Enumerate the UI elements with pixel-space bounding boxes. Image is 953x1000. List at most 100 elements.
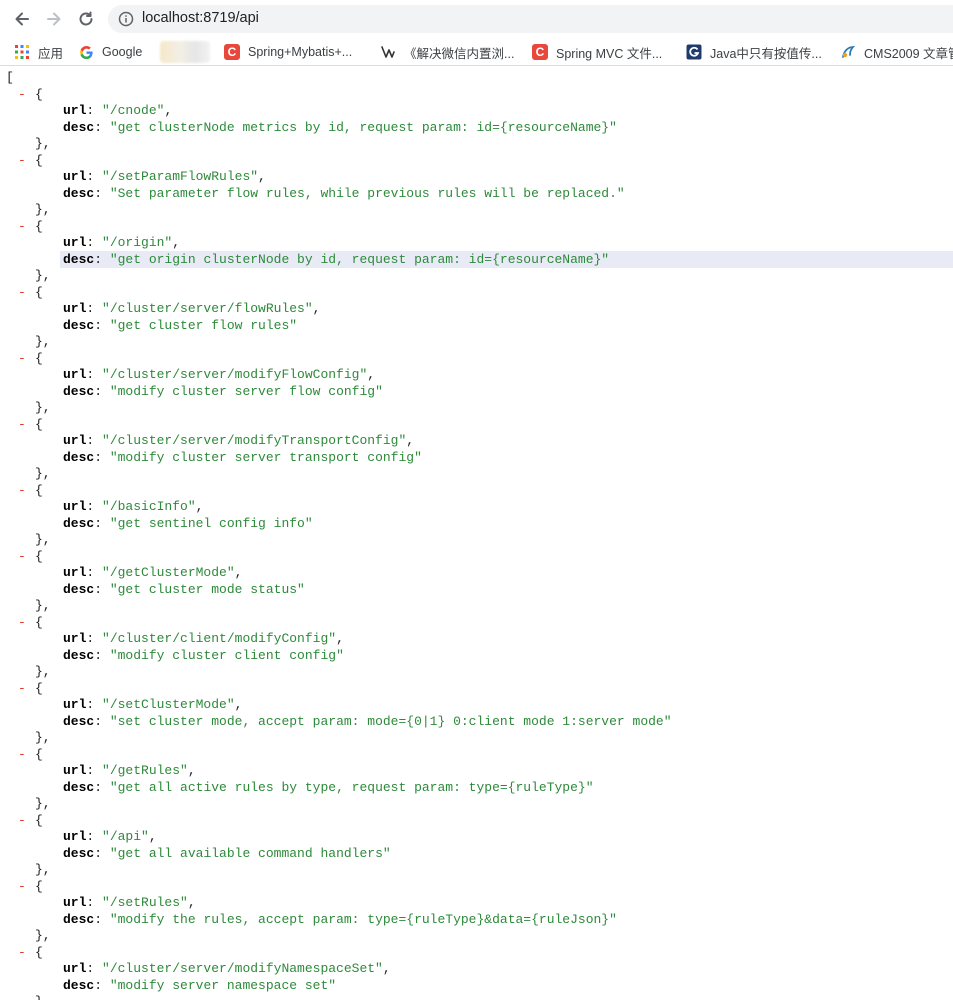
url-value: "/cnode"	[102, 103, 165, 118]
blog-g-icon	[686, 44, 702, 60]
desc-key: desc	[63, 120, 95, 135]
url-entry: url: "/setRules",	[63, 895, 196, 910]
object-close-brace: }	[35, 993, 43, 1000]
address-url-text[interactable]: localhost:8719/api	[142, 10, 259, 26]
collapse-toggle-icon[interactable]: -	[18, 878, 30, 895]
url-value: "/cluster/server/flowRules"	[102, 301, 313, 316]
object-close-brace: },	[35, 796, 51, 811]
desc-key: desc	[63, 714, 95, 729]
desc-value: "Set parameter flow rules, while previou…	[109, 186, 625, 201]
url-value: "/cluster/server/modifyNamespaceSet"	[102, 961, 383, 976]
url-entry: url: "/cluster/server/modifyTransportCon…	[63, 433, 415, 448]
object-close-brace: },	[35, 268, 51, 283]
object-open-brace: {	[35, 681, 43, 696]
bookmark-spring-mybatis[interactable]: C Spring+Mybatis+...	[224, 42, 352, 62]
forward-button[interactable]	[41, 7, 67, 31]
object-open-line: -{	[0, 812, 60, 829]
desc-entry: desc: "get origin clusterNode by id, req…	[63, 252, 610, 267]
url-value: "/cluster/client/modifyConfig"	[102, 631, 337, 646]
cms-icon	[840, 44, 856, 60]
object-open-brace: {	[35, 153, 43, 168]
desc-value: "modify cluster server transport config"	[109, 450, 422, 465]
apps-grid-icon	[14, 44, 30, 60]
object-close-brace: },	[35, 334, 51, 349]
desc-key: desc	[63, 450, 95, 465]
object-open-brace: {	[35, 351, 43, 366]
object-close-brace: },	[35, 532, 51, 547]
url-value: "/basicInfo"	[102, 499, 196, 514]
collapse-toggle-icon[interactable]: -	[18, 482, 30, 499]
url-value: "/api"	[102, 829, 149, 844]
desc-entry: desc: "get cluster flow rules"	[63, 318, 298, 333]
collapse-toggle-icon[interactable]: -	[18, 746, 30, 763]
reload-icon	[79, 11, 93, 26]
weixin-tool-icon	[380, 44, 396, 60]
bookmarks-bar: 应用 Google C Spring+Mybatis+... 《解决微信内置浏.…	[0, 38, 953, 66]
desc-value: "get cluster flow rules"	[109, 318, 298, 333]
url-entry: url: "/origin",	[63, 235, 181, 250]
desc-key: desc	[63, 252, 95, 267]
bookmark-java[interactable]: Java中只有按值传...	[686, 42, 822, 62]
object-open-line: -{	[0, 878, 60, 895]
url-entry: url: "/setParamFlowRules",	[63, 169, 266, 184]
object-open-line: -{	[0, 614, 60, 631]
desc-value: "modify the rules, accept param: type={r…	[109, 912, 617, 927]
desc-key: desc	[63, 780, 95, 795]
collapse-toggle-icon[interactable]: -	[18, 680, 30, 697]
object-open-line: -{	[0, 680, 60, 697]
collapse-toggle-icon[interactable]: -	[18, 416, 30, 433]
collapse-toggle-icon[interactable]: -	[18, 548, 30, 565]
object-open-brace: {	[35, 747, 43, 762]
bookmark-apps[interactable]: 应用	[14, 42, 63, 62]
url-key: url	[63, 829, 87, 844]
desc-entry: desc: "modify server namespace set"	[63, 978, 337, 993]
site-info-icon[interactable]	[118, 11, 134, 27]
object-close-brace: },	[35, 136, 51, 151]
object-open-brace: {	[35, 285, 43, 300]
bookmark-label: Java中只有按值传...	[710, 46, 822, 61]
desc-value: "modify cluster client config"	[109, 648, 344, 663]
collapse-toggle-icon[interactable]: -	[18, 218, 30, 235]
bookmark-cms[interactable]: CMS2009 文章管	[840, 42, 953, 62]
desc-key: desc	[63, 846, 95, 861]
collapse-toggle-icon[interactable]: -	[18, 614, 30, 631]
collapse-toggle-icon[interactable]: -	[18, 152, 30, 169]
collapse-toggle-icon[interactable]: -	[18, 350, 30, 367]
bookmark-google[interactable]: Google	[78, 42, 142, 62]
desc-entry: desc: "modify the rules, accept param: t…	[63, 912, 617, 927]
object-open-line: -{	[0, 482, 60, 499]
bookmark-blurred[interactable]	[160, 41, 218, 63]
collapse-toggle-icon[interactable]: -	[18, 944, 30, 961]
object-open-line: -{	[0, 746, 60, 763]
forward-arrow-icon	[47, 12, 61, 26]
url-entry: url: "/cluster/client/modifyConfig",	[63, 631, 344, 646]
url-value: "/setRules"	[102, 895, 188, 910]
collapse-toggle-icon[interactable]: -	[18, 86, 30, 103]
desc-entry: desc: "get clusterNode metrics by id, re…	[63, 120, 617, 135]
address-bar[interactable]: localhost:8719/api	[108, 5, 953, 33]
object-open-brace: {	[35, 417, 43, 432]
desc-entry: desc: "modify cluster server flow config…	[63, 384, 383, 399]
url-value: "/cluster/server/modifyTransportConfig"	[102, 433, 407, 448]
desc-entry: desc: "get cluster mode status"	[63, 582, 305, 597]
back-button[interactable]	[9, 7, 35, 31]
object-open-brace: {	[35, 615, 43, 630]
desc-key: desc	[63, 978, 95, 993]
bookmark-spring-mvc[interactable]: C Spring MVC 文件...	[532, 42, 662, 62]
desc-entry: desc: "modify cluster server transport c…	[63, 450, 422, 465]
desc-entry: desc: "modify cluster client config"	[63, 648, 344, 663]
url-key: url	[63, 763, 87, 778]
url-entry: url: "/cluster/server/modifyFlowConfig",	[63, 367, 376, 382]
bookmark-weixin[interactable]: 《解决微信内置浏...	[380, 42, 514, 62]
url-key: url	[63, 103, 87, 118]
collapse-toggle-icon[interactable]: -	[18, 812, 30, 829]
url-key: url	[63, 631, 87, 646]
collapse-toggle-icon[interactable]: -	[18, 284, 30, 301]
url-value: "/setParamFlowRules"	[102, 169, 259, 184]
reload-button[interactable]	[73, 7, 99, 31]
desc-key: desc	[63, 516, 95, 531]
url-key: url	[63, 961, 87, 976]
json-viewer: [ -{url: "/cnode", desc: "get clusterNode…	[0, 67, 953, 1000]
desc-value: "get sentinel config info"	[109, 516, 313, 531]
object-open-line: -{	[0, 350, 60, 367]
